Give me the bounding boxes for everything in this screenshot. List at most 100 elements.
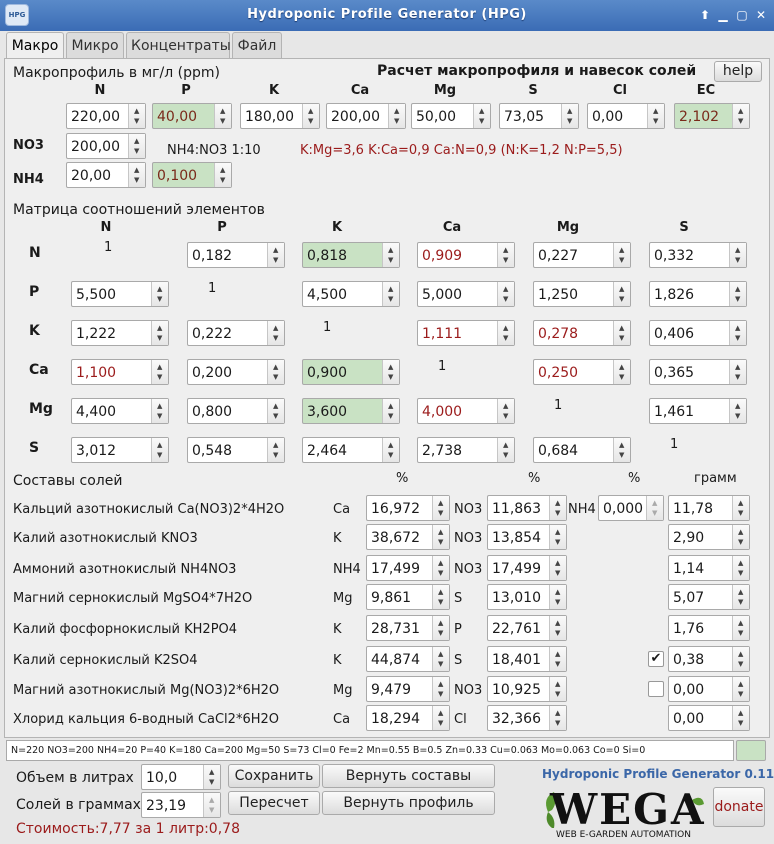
spinner-arrows-icon[interactable]: ▲ ▼	[729, 321, 746, 345]
salt-grams-input[interactable]: 0,00 ▲ ▼	[668, 705, 750, 731]
salt-percent-1-input[interactable]: 18,294 ▲ ▼	[366, 705, 450, 731]
matrix-s-n-input[interactable]: 3,012 ▲ ▼	[71, 437, 169, 463]
matrix-k-mg-input[interactable]: 0,278 ▲ ▼	[533, 320, 631, 346]
spinner-arrows-icon[interactable]: ▲ ▼	[729, 243, 746, 267]
matrix-k-p-input[interactable]: 0,222 ▲ ▼	[187, 320, 285, 346]
spinner-arrows-icon[interactable]: ▲ ▼	[646, 496, 663, 520]
spinner-arrows-icon[interactable]: ▲ ▼	[432, 616, 449, 640]
salt-percent-2-input[interactable]: 32,366 ▲ ▼	[487, 705, 567, 731]
matrix-n-k-input[interactable]: 0,818 ▲ ▼	[302, 242, 400, 268]
spinner-arrows-icon[interactable]: ▲ ▼	[732, 496, 749, 520]
spinner-arrows-icon[interactable]: ▲ ▼	[432, 525, 449, 549]
salt-percent-2-input[interactable]: 17,499 ▲ ▼	[487, 555, 567, 581]
spinner-arrows-icon[interactable]: ▲ ▼	[267, 243, 284, 267]
macro-k-input[interactable]: 180,00 ▲ ▼	[240, 103, 320, 129]
spinner-arrows-icon[interactable]: ▲ ▼	[729, 360, 746, 384]
spinner-arrows-icon[interactable]: ▲ ▼	[214, 104, 231, 128]
nh4-input[interactable]: 20,00 ▲ ▼	[66, 162, 146, 188]
donate-button[interactable]: donate	[713, 787, 765, 827]
spinner-arrows-icon[interactable]: ▲ ▼	[732, 706, 749, 730]
spinner-arrows-icon[interactable]: ▲ ▼	[388, 104, 405, 128]
salt-percent-2-input[interactable]: 11,863 ▲ ▼	[487, 495, 567, 521]
tab-concentrates[interactable]: Концентраты	[126, 32, 231, 58]
tab-file[interactable]: Файл	[232, 32, 282, 58]
spinner-arrows-icon[interactable]: ▲ ▼	[549, 647, 566, 671]
salt-percent-2-input[interactable]: 13,010 ▲ ▼	[487, 584, 567, 610]
spinner-arrows-icon[interactable]: ▲ ▼	[382, 360, 399, 384]
spinner-arrows-icon[interactable]: ▲ ▼	[729, 282, 746, 306]
matrix-p-k-input[interactable]: 4,500 ▲ ▼	[302, 281, 400, 307]
matrix-n-s-input[interactable]: 0,332 ▲ ▼	[649, 242, 747, 268]
maximize-icon[interactable]: ▢	[735, 7, 749, 23]
restore-salts-button[interactable]: Вернуть составы	[322, 764, 495, 788]
spinner-arrows-icon[interactable]: ▲ ▼	[732, 525, 749, 549]
tab-macro[interactable]: Макро	[6, 32, 64, 58]
salt-grams-input[interactable]: 0,38 ▲ ▼	[668, 646, 750, 672]
salt-percent-2-input[interactable]: 18,401 ▲ ▼	[487, 646, 567, 672]
spinner-arrows-icon[interactable]: ▲ ▼	[267, 399, 284, 423]
spinner-arrows-icon[interactable]: ▲ ▼	[497, 243, 514, 267]
matrix-n-p-input[interactable]: 0,182 ▲ ▼	[187, 242, 285, 268]
spinner-arrows-icon[interactable]: ▲ ▼	[549, 677, 566, 701]
spinner-arrows-icon[interactable]: ▲ ▼	[732, 677, 749, 701]
spinner-arrows-icon[interactable]: ▲ ▼	[432, 677, 449, 701]
spinner-arrows-icon[interactable]: ▲ ▼	[128, 104, 145, 128]
spinner-arrows-icon[interactable]: ▲ ▼	[549, 585, 566, 609]
matrix-mg-n-input[interactable]: 4,400 ▲ ▼	[71, 398, 169, 424]
matrix-mg-p-input[interactable]: 0,800 ▲ ▼	[187, 398, 285, 424]
salt-percent-1-input[interactable]: 28,731 ▲ ▼	[366, 615, 450, 641]
salt-percent-1-input[interactable]: 17,499 ▲ ▼	[366, 555, 450, 581]
matrix-s-k-input[interactable]: 2,464 ▲ ▼	[302, 437, 400, 463]
matrix-s-mg-input[interactable]: 0,684 ▲ ▼	[533, 437, 631, 463]
status-indicator-button[interactable]	[736, 740, 766, 761]
macro-cl-input[interactable]: 0,00 ▲ ▼	[587, 103, 665, 129]
spinner-arrows-icon[interactable]: ▲ ▼	[613, 438, 630, 462]
spinner-arrows-icon[interactable]: ▲ ▼	[613, 321, 630, 345]
matrix-n-mg-input[interactable]: 0,227 ▲ ▼	[533, 242, 631, 268]
salt-percent-2-input[interactable]: 22,761 ▲ ▼	[487, 615, 567, 641]
spinner-arrows-icon[interactable]: ▲ ▼	[151, 282, 168, 306]
spinner-arrows-icon[interactable]: ▲ ▼	[732, 556, 749, 580]
salt-grams-input[interactable]: 0,00 ▲ ▼	[668, 676, 750, 702]
spinner-arrows-icon[interactable]: ▲ ▼	[732, 616, 749, 640]
spinner-arrows-icon[interactable]: ▲ ▼	[613, 282, 630, 306]
spinner-arrows-icon[interactable]: ▲ ▼	[732, 647, 749, 671]
spinner-arrows-icon[interactable]: ▲ ▼	[432, 706, 449, 730]
tab-micro[interactable]: Микро	[66, 32, 124, 58]
spinner-arrows-icon[interactable]: ▲ ▼	[497, 321, 514, 345]
spinner-arrows-icon[interactable]: ▲ ▼	[549, 706, 566, 730]
macro-n-input[interactable]: 220,00 ▲ ▼	[66, 103, 146, 129]
salt-include-checkbox[interactable]: ✔	[648, 651, 664, 667]
macro-ca-input[interactable]: 200,00 ▲ ▼	[326, 103, 406, 129]
spinner-arrows-icon[interactable]: ▲ ▼	[267, 438, 284, 462]
salts-grams-input[interactable]: 23,19 ▲ ▼	[141, 792, 221, 818]
spinner-arrows-icon[interactable]: ▲ ▼	[549, 616, 566, 640]
matrix-k-ca-input[interactable]: 1,111 ▲ ▼	[417, 320, 515, 346]
salt-percent-2-input[interactable]: 10,925 ▲ ▼	[487, 676, 567, 702]
matrix-k-s-input[interactable]: 0,406 ▲ ▼	[649, 320, 747, 346]
matrix-s-ca-input[interactable]: 2,738 ▲ ▼	[417, 437, 515, 463]
matrix-k-n-input[interactable]: 1,222 ▲ ▼	[71, 320, 169, 346]
spinner-arrows-icon[interactable]: ▲ ▼	[497, 438, 514, 462]
spinner-arrows-icon[interactable]: ▲ ▼	[302, 104, 319, 128]
salt-grams-input[interactable]: 5,07 ▲ ▼	[668, 584, 750, 610]
no3-input[interactable]: 200,00 ▲ ▼	[66, 133, 146, 159]
spinner-arrows-icon[interactable]: ▲ ▼	[432, 496, 449, 520]
spinner-arrows-icon[interactable]: ▲ ▼	[549, 496, 566, 520]
spinner-arrows-icon[interactable]: ▲ ▼	[382, 243, 399, 267]
spinner-arrows-icon[interactable]: ▲ ▼	[432, 585, 449, 609]
nh4-no3-ratio-input[interactable]: 0,100 ▲ ▼	[152, 162, 232, 188]
close-icon[interactable]: ✕	[754, 7, 768, 23]
spinner-arrows-icon[interactable]: ▲ ▼	[151, 438, 168, 462]
matrix-p-mg-input[interactable]: 1,250 ▲ ▼	[533, 281, 631, 307]
salt-percent-1-input[interactable]: 9,479 ▲ ▼	[366, 676, 450, 702]
spinner-arrows-icon[interactable]: ▲ ▼	[497, 399, 514, 423]
matrix-mg-k-input[interactable]: 3,600 ▲ ▼	[302, 398, 400, 424]
spinner-arrows-icon[interactable]: ▲ ▼	[732, 104, 749, 128]
matrix-p-ca-input[interactable]: 5,000 ▲ ▼	[417, 281, 515, 307]
spinner-arrows-icon[interactable]: ▲ ▼	[432, 556, 449, 580]
spinner-arrows-icon[interactable]: ▲ ▼	[382, 438, 399, 462]
spinner-arrows-icon[interactable]: ▲ ▼	[549, 556, 566, 580]
help-button[interactable]: help	[714, 61, 762, 82]
spinner-arrows-icon[interactable]: ▲ ▼	[267, 321, 284, 345]
